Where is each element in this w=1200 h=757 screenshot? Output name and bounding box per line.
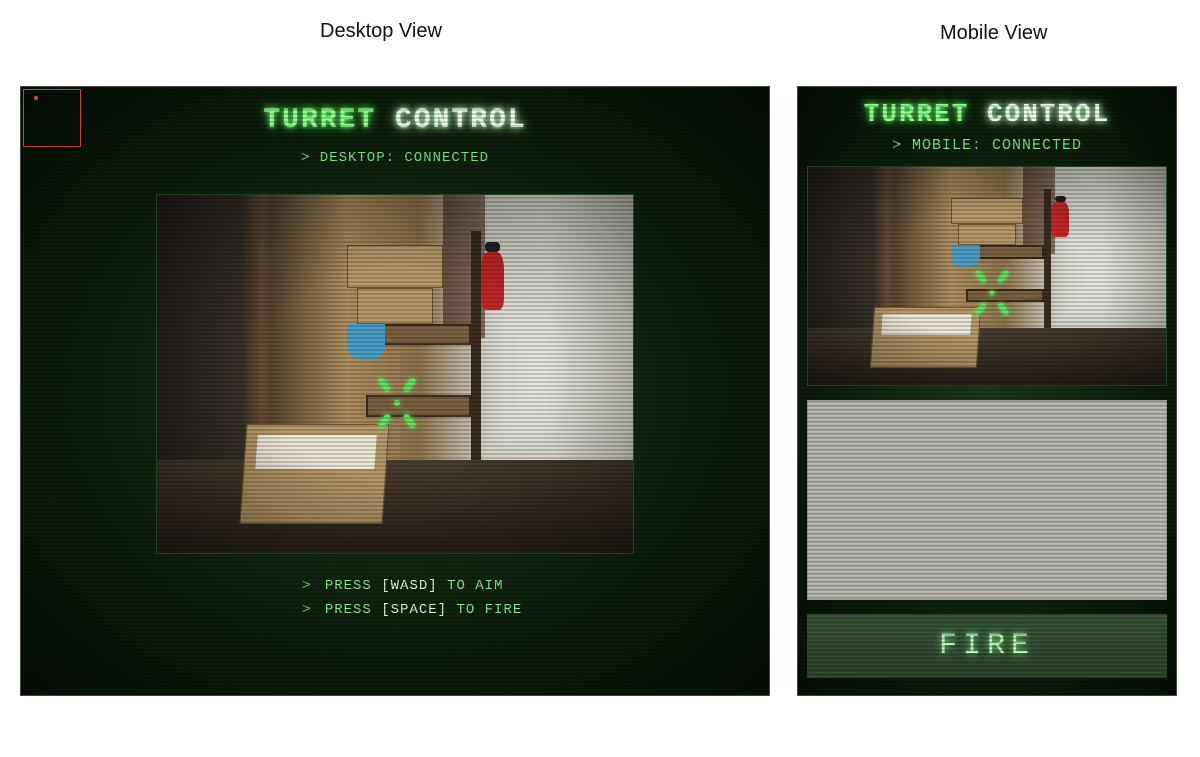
- connection-status: > DESKTOP: CONNECTED: [21, 150, 769, 166]
- desktop-panel: TURRET CONTROL > DESKTOP: CONNECTED: [20, 86, 770, 696]
- camera-feed[interactable]: [807, 166, 1167, 386]
- mobile-view-heading: Mobile View: [940, 22, 1047, 45]
- app-title-part1: TURRET: [263, 105, 376, 136]
- app-title: TURRET CONTROL: [21, 105, 769, 136]
- connection-status: > MOBILE: CONNECTED: [798, 137, 1176, 154]
- diagnostic-dot-icon: [34, 96, 38, 100]
- instructions: > PRESS [WASD] TO AIM > PRESS [SPACE] TO…: [156, 578, 634, 618]
- app-title: TURRET CONTROL: [798, 99, 1176, 129]
- instruction-fire: > PRESS [SPACE] TO FIRE: [302, 602, 634, 618]
- fire-button[interactable]: FIRE: [807, 614, 1167, 678]
- diagnostic-overlay-box: [23, 89, 81, 147]
- mobile-panel: TURRET CONTROL > MOBILE: CONNECTED: [797, 86, 1177, 696]
- app-title-part2: CONTROL: [987, 99, 1110, 129]
- aim-touchpad[interactable]: [807, 400, 1167, 600]
- app-title-part2: CONTROL: [395, 105, 527, 136]
- camera-scene: [808, 167, 1166, 385]
- app-title-part1: TURRET: [864, 99, 970, 129]
- camera-scene: [157, 195, 633, 553]
- camera-feed[interactable]: [156, 194, 634, 554]
- desktop-view-heading: Desktop View: [320, 20, 442, 43]
- instruction-aim: > PRESS [WASD] TO AIM: [302, 578, 634, 594]
